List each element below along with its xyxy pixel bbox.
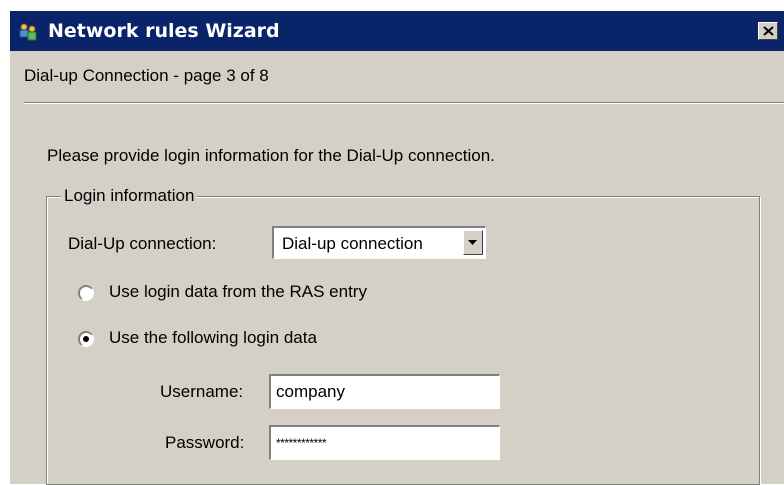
close-icon (763, 26, 774, 36)
dialup-connection-select[interactable]: Dial-up connection (272, 226, 486, 259)
radio-use-following-login-label[interactable]: Use the following login data (109, 328, 317, 348)
close-button[interactable] (758, 22, 778, 40)
group-legend: Login information (61, 186, 198, 206)
header-divider-highlight (24, 103, 784, 104)
chevron-down-icon (468, 240, 477, 245)
radio-selected-dot (83, 336, 89, 342)
window-title: Network rules Wizard (48, 20, 280, 42)
intro-text: Please provide login information for the… (47, 146, 495, 165)
title-bar[interactable]: Network rules Wizard (10, 11, 784, 51)
username-input[interactable] (269, 374, 500, 409)
dialup-selected-value: Dial-up connection (282, 234, 423, 253)
radio-use-ras-login-label[interactable]: Use login data from the RAS entry (109, 282, 367, 302)
wizard-window: Network rules Wizard Dial-up Connection … (9, 10, 784, 485)
password-input[interactable] (269, 425, 500, 460)
password-label: Password: (165, 433, 245, 452)
radio-use-following-login[interactable] (78, 331, 94, 347)
dialup-connection-label: Dial-Up connection: (68, 234, 217, 253)
username-label: Username: (160, 382, 244, 401)
radio-use-ras-login[interactable] (78, 285, 94, 301)
dropdown-button[interactable] (463, 230, 483, 255)
network-users-icon (19, 23, 37, 41)
page-header: Dial-up Connection - page 3 of 8 (24, 66, 269, 85)
